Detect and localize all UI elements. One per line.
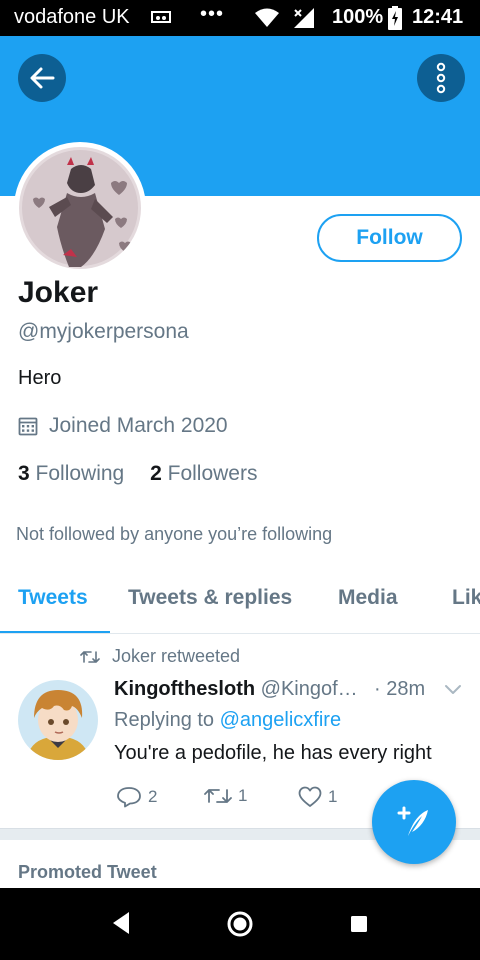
like-count: 1 [328,787,338,806]
more-options-button[interactable] [417,54,465,102]
tweet-author-name[interactable]: Kingofthesloth [114,678,255,700]
profile-handle: @myjokerpersona [18,320,189,343]
retweet-context: Joker retweeted [80,646,240,667]
reply-count: 2 [148,787,158,806]
nav-home-icon[interactable] [226,910,254,938]
more-vertical-icon [436,62,446,94]
calendar-icon [18,417,38,436]
retweet-button[interactable]: 1 [204,786,247,806]
reply-button[interactable]: 2 [116,786,157,808]
replying-prefix: Replying to [114,709,215,731]
retweet-count: 1 [238,786,248,805]
profile-stats: 3 Following 2 Followers [18,462,257,486]
nav-recents-icon[interactable] [350,915,368,933]
tab-likes[interactable]: Lik [452,586,480,610]
replying-to: Replying to @angelicxfire [114,709,341,732]
compose-tweet-button[interactable] [372,780,456,864]
profile-joined-date: Joined March 2020 [18,414,228,438]
following-link[interactable]: 3 Following [18,462,124,485]
tweet-timestamp: · 28m [370,678,426,701]
not-followed-notice: Not followed by anyone you’re following [16,524,333,544]
compose-tweet-icon [397,806,428,836]
signal-icon [294,8,314,28]
notification-icon [151,11,171,23]
retweet-label: Joker retweeted [112,646,241,666]
status-bar: vodafone UK ••• 100% 12:41 [0,0,480,36]
joined-text: Joined March 2020 [49,414,228,437]
profile-bio: Hero [18,367,62,389]
tweet-author-handle[interactable]: @Kingof… [261,678,358,700]
followers-count: 2 [150,462,162,485]
following-count: 3 [18,462,30,485]
replying-to-handle[interactable]: @angelicxfire [220,709,341,731]
tab-media[interactable]: Media [338,586,398,610]
like-icon [298,786,322,807]
chevron-down-icon[interactable] [444,684,462,696]
battery-charging-icon [388,6,402,30]
profile-avatar-frame[interactable] [14,142,146,274]
profile-tabs: Tweets Tweets & replies Media Lik [0,568,480,634]
nav-back-icon[interactable] [110,910,132,936]
more-notifications-icon: ••• [200,3,225,25]
wifi-icon [255,8,279,27]
tweet-text: You're a pedofile, he has every right [114,742,432,764]
tab-tweets-and-replies[interactable]: Tweets & replies [128,586,292,610]
reply-icon [117,787,141,808]
android-navigation-bar [0,888,480,960]
following-label: Following [35,462,125,485]
profile-display-name: Joker [18,276,99,309]
like-button[interactable]: 1 [298,786,337,808]
profile-avatar [19,147,141,269]
promoted-tweet-label: Promoted Tweet [18,862,157,882]
retweet-icon [80,650,100,663]
follow-button[interactable]: Follow [317,214,462,262]
tweet-author-avatar[interactable] [18,680,98,760]
followers-link[interactable]: 2 Followers [150,462,257,485]
battery-percent: 100% [332,6,384,28]
back-arrow-icon [30,67,55,89]
carrier-name: vodafone UK [14,6,130,28]
clock: 12:41 [412,6,464,28]
back-button[interactable] [18,54,66,102]
tweet-header: Kingofthesloth @Kingof… · 28m [114,678,434,701]
retweet-icon [204,789,232,803]
followers-label: Followers [167,462,258,485]
tab-tweets[interactable]: Tweets [18,586,88,610]
